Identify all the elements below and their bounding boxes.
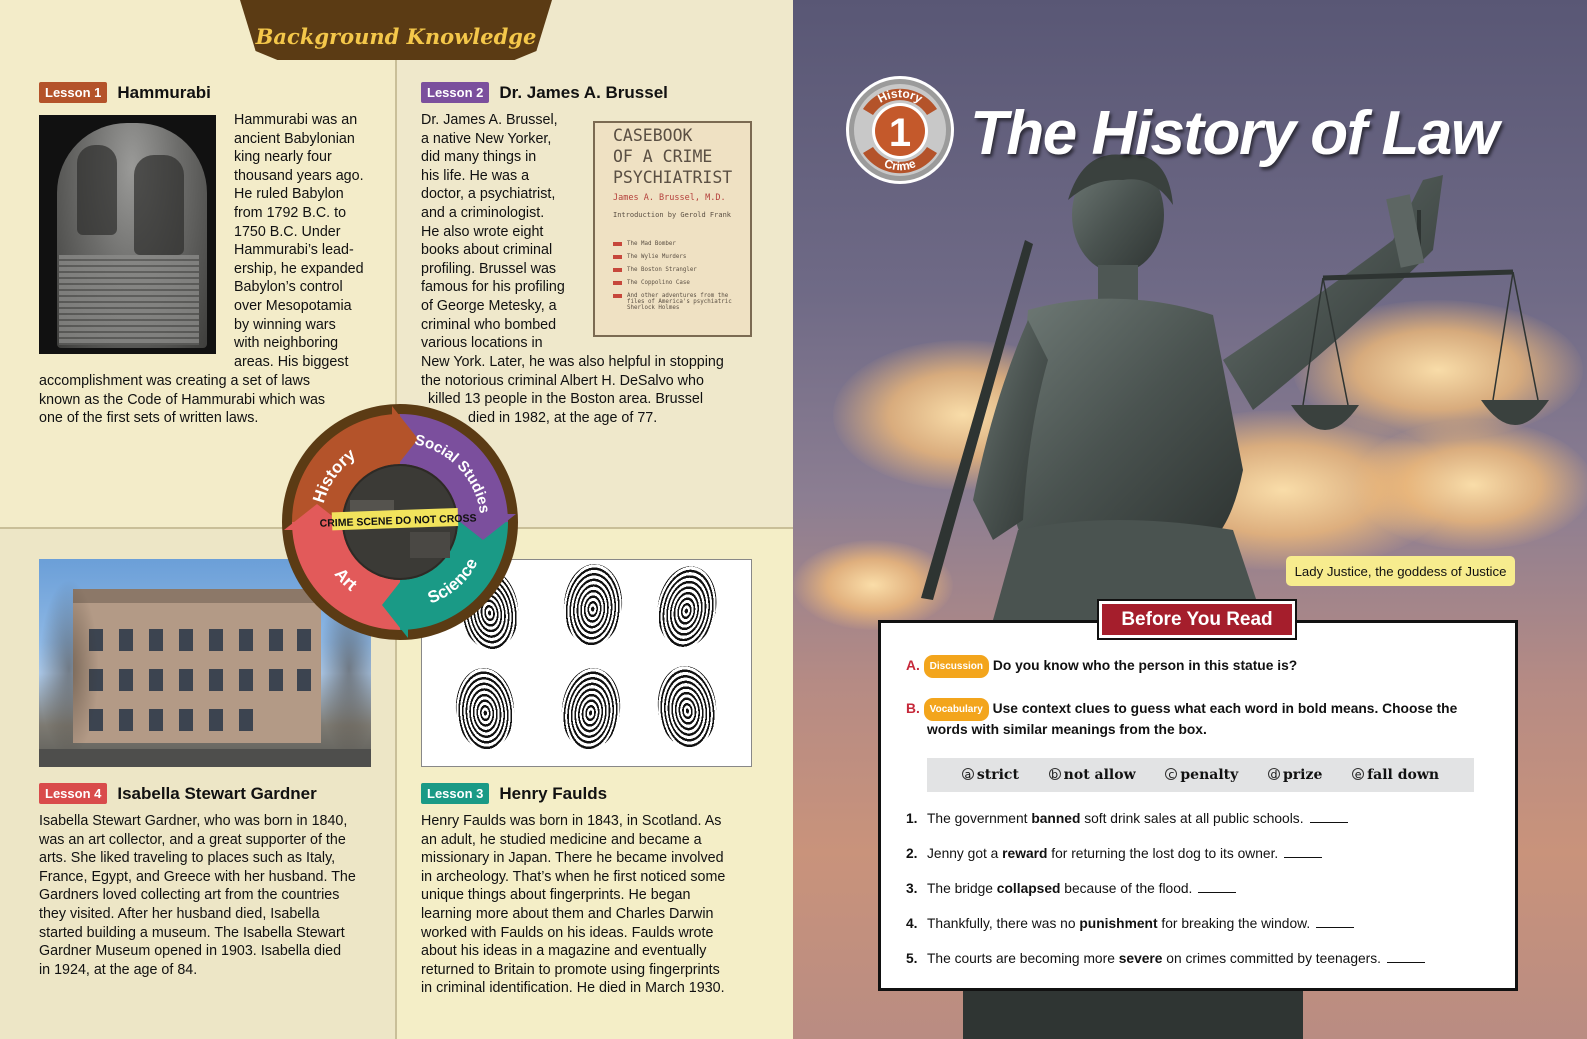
left-page: Background Knowledge Lesson 1 Hammurabi … <box>0 0 793 1039</box>
choice-b: b not allow <box>1048 767 1136 783</box>
before-you-read-tab: Before You Read <box>1099 601 1295 638</box>
exercise-item-4: 4. Thankfully, there was no punishment fo… <box>906 916 1355 931</box>
vocabulary-word-box: a strict b not allow c penalty d prize e fall… <box>927 758 1474 792</box>
background-knowledge-label: Background Knowledge <box>255 24 537 49</box>
lesson-4-badge: Lesson 4 <box>39 783 108 804</box>
discussion-pill: Discussion <box>923 655 990 678</box>
answer-blank[interactable] <box>1316 927 1355 928</box>
lesson-1-name: Hammurabi <box>117 82 211 102</box>
casebook-intro: Introduction by Gerold Frank <box>613 211 732 219</box>
answer-blank[interactable] <box>1387 962 1426 963</box>
lesson-3-heading: Lesson 3 Henry Faulds <box>421 783 607 804</box>
lesson-2-name: Dr. James A. Brussel <box>499 82 668 102</box>
exercise-item-5: 5. The courts are becoming more severe on… <box>906 951 1426 966</box>
question-b: B. Vocabulary Use context clues to guess… <box>906 698 1457 721</box>
history-crime-badge: 1 History Crime <box>846 76 954 184</box>
page-title: The History of Law <box>970 99 1499 168</box>
lesson-3-badge: Lesson 3 <box>421 783 490 804</box>
exercise-item-2: 2. Jenny got a reward for returning the l… <box>906 846 1323 861</box>
lesson-4-heading: Lesson 4 Isabella Stewart Gardner <box>39 783 317 804</box>
casebook-title: CASEBOOK OF A CRIME PSYCHIATRIST <box>613 126 733 187</box>
background-knowledge-tab: Background Knowledge <box>240 0 552 60</box>
question-b-line-2: words with similar meanings from the box… <box>927 722 1207 737</box>
badge-number: 1 <box>889 111 911 155</box>
casebook-author: James A. Brussel, M.D. <box>613 193 726 203</box>
lesson-1-text: Hammurabi was an ancient Babylonian king… <box>234 112 364 370</box>
answer-blank[interactable] <box>1284 857 1323 858</box>
lesson-1-badge: Lesson 1 <box>39 82 108 103</box>
exercise-item-1: 1. The government banned soft drink sales… <box>906 811 1348 826</box>
statue-caption: Lady Justice, the goddess of Justice <box>1286 556 1515 586</box>
casebook-case-list: The Mad Bomber The Wylie Murders The Bos… <box>613 241 745 318</box>
lesson-3-name: Henry Faulds <box>499 783 608 803</box>
lesson-1-heading: Lesson 1 Hammurabi <box>39 82 211 103</box>
choice-a: a strict <box>961 767 1019 783</box>
casebook-cover-image: CASEBOOK OF A CRIME PSYCHIATRIST James A… <box>593 121 752 337</box>
choice-d: d prize <box>1268 767 1322 783</box>
subject-cycle-diagram: CRIME SCENE DO NOT CROSS History Social … <box>282 404 518 640</box>
answer-blank[interactable] <box>1198 892 1237 893</box>
hammurabi-stele-image <box>39 115 216 354</box>
exercise-item-3: 3. The bridge collapsed because of the fl… <box>906 881 1237 896</box>
vocabulary-pill: Vocabulary <box>923 698 989 721</box>
question-a: A. Discussion Do you know who the person… <box>906 655 1297 678</box>
choice-e: e fall down <box>1352 767 1439 783</box>
choice-c: c penalty <box>1165 767 1238 783</box>
lesson-4-name: Isabella Stewart Gardner <box>117 783 317 803</box>
lesson-4-text: Isabella Stewart Gardner, who was born i… <box>39 813 356 978</box>
lesson-2-badge: Lesson 2 <box>421 82 490 103</box>
answer-blank[interactable] <box>1309 822 1348 823</box>
lesson-2-text: Dr. James A. Brussel, a native New Yorke… <box>421 112 565 352</box>
lesson-3-text: Henry Faulds was born in 1843, in Scotla… <box>421 813 726 997</box>
lesson-2-heading: Lesson 2 Dr. James A. Brussel <box>421 82 668 103</box>
